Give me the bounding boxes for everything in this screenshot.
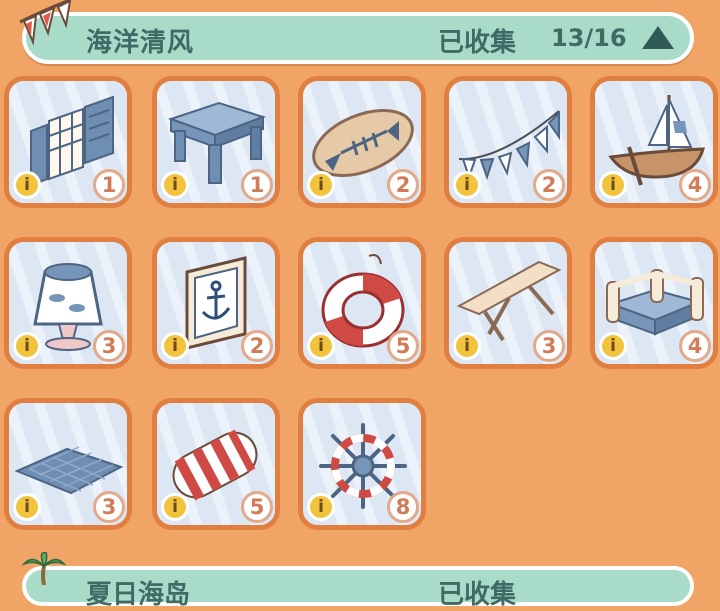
collection-header[interactable]: 海洋清风 已收集 13/16 [22,12,694,64]
item-card[interactable]: i 4 [590,237,718,369]
quantity-badge: 2 [241,330,273,362]
item-card[interactable]: i 3 [444,237,572,369]
info-button[interactable]: i [453,332,481,360]
collected-count: 13/16 [551,24,627,52]
info-button[interactable]: i [161,332,189,360]
item-card[interactable]: i 1 [4,76,132,208]
item-card[interactable]: i 3 [4,237,132,369]
quantity-badge: 3 [93,491,125,523]
info-button[interactable]: i [161,493,189,521]
info-button[interactable]: i [307,493,335,521]
item-card[interactable]: i 2 [152,237,280,369]
info-button[interactable]: i [13,493,41,521]
info-button[interactable]: i [13,332,41,360]
quantity-badge: 5 [241,491,273,523]
item-card[interactable]: i 1 [152,76,280,208]
quantity-badge: 5 [387,330,419,362]
item-card[interactable]: i 5 [152,398,280,530]
info-button[interactable]: i [599,171,627,199]
info-button[interactable]: i [599,332,627,360]
info-button[interactable]: i [453,171,481,199]
info-button[interactable]: i [307,171,335,199]
item-card[interactable]: i 3 [4,398,132,530]
quantity-badge: 1 [241,169,273,201]
next-collected-label: 已收集 [438,580,517,610]
item-card[interactable]: i 5 [298,237,426,369]
item-card[interactable]: i 4 [590,76,718,208]
info-button[interactable]: i [161,171,189,199]
info-button[interactable]: i [13,171,41,199]
collection-title: 海洋清风 [86,28,195,58]
quantity-badge: 8 [387,491,419,523]
item-card[interactable]: i 2 [298,76,426,208]
info-button[interactable]: i [307,332,335,360]
quantity-badge: 3 [93,330,125,362]
quantity-badge: 2 [533,169,565,201]
palm-tree-icon [22,552,66,585]
quantity-badge: 4 [679,169,711,201]
triangle-up-icon[interactable] [638,23,678,53]
collected-label: 已收集 [438,28,517,58]
quantity-badge: 3 [533,330,565,362]
item-card[interactable]: i 8 [298,398,426,530]
bunting-flag-icon [19,0,72,46]
quantity-badge: 4 [679,330,711,362]
next-collection-header[interactable]: 夏日海岛 已收集 [22,566,694,610]
quantity-badge: 2 [387,169,419,201]
quantity-badge: 1 [93,169,125,201]
item-card[interactable]: i 2 [444,76,572,208]
next-collection-title: 夏日海岛 [86,580,191,610]
